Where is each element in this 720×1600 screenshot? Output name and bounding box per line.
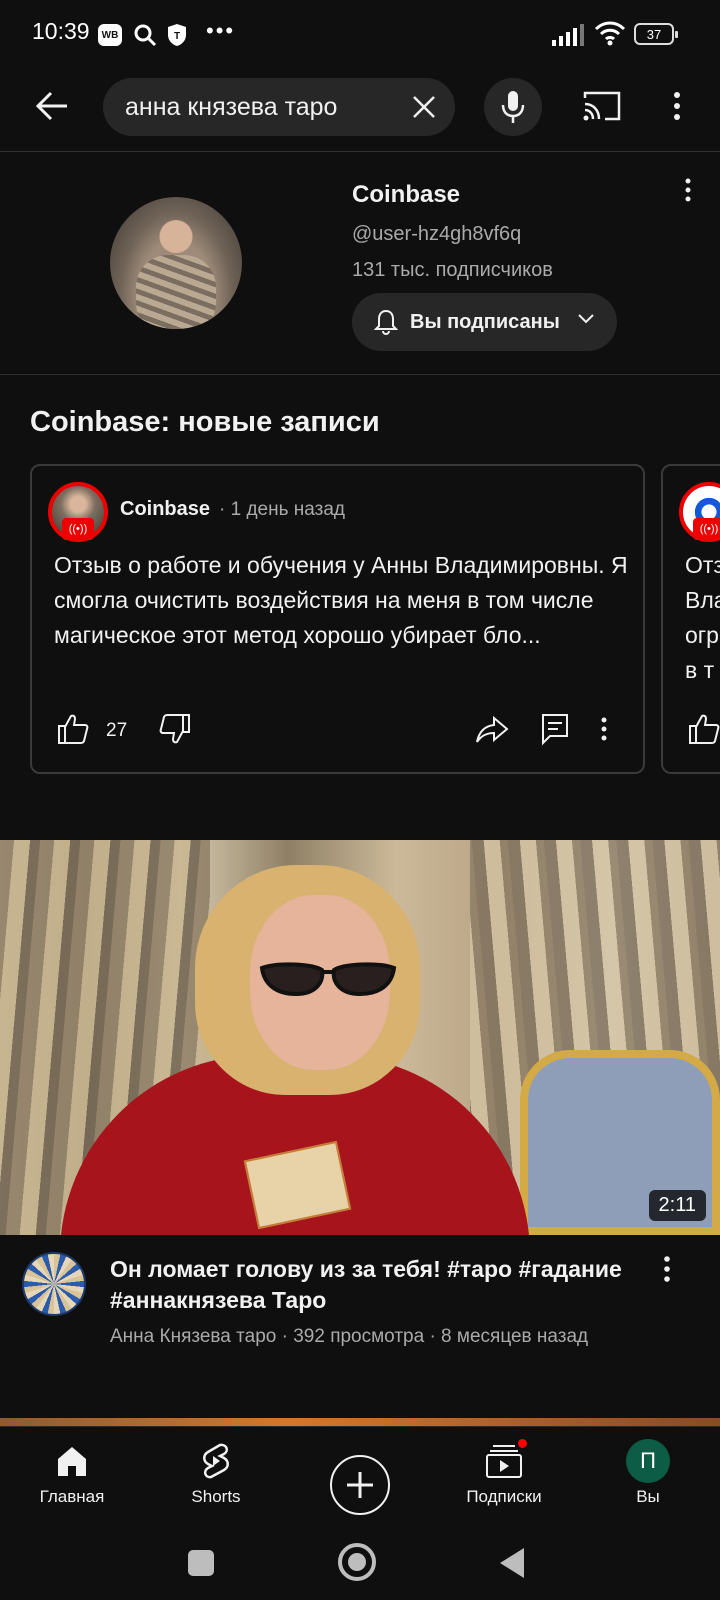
- notification-dot: [516, 1437, 529, 1450]
- video-channel-avatar[interactable]: [22, 1252, 86, 1316]
- thumbnail-glasses: [259, 962, 397, 997]
- nav-home-label: Главная: [39, 1487, 105, 1506]
- video-thumbnail[interactable]: 2:11: [0, 840, 720, 1235]
- microphone-icon: [501, 91, 525, 123]
- status-time: 10:39: [32, 18, 90, 44]
- nav-shorts[interactable]: Shorts: [156, 1427, 276, 1527]
- dislike-icon[interactable]: [158, 712, 192, 746]
- post-text-line: в т: [685, 657, 715, 683]
- post-text-line: Вла: [685, 587, 720, 613]
- wifi-icon: [594, 21, 626, 46]
- post-author[interactable]: Coinbase: [120, 498, 210, 521]
- shorts-icon: [203, 1443, 229, 1479]
- arrow-back-icon: [35, 91, 67, 121]
- clear-search-button[interactable]: [409, 92, 439, 122]
- like-icon[interactable]: [687, 712, 720, 746]
- more-vert-icon[interactable]: [598, 712, 610, 746]
- bell-icon: [374, 309, 398, 335]
- system-back-button[interactable]: [500, 1548, 524, 1578]
- video-subtitle: Анна Князева таро · 392 просмотра · 8 ме…: [110, 1326, 589, 1347]
- community-post-next[interactable]: ((•)) Отз Вла огр в т: [661, 464, 720, 774]
- recent-apps-button[interactable]: [188, 1550, 214, 1576]
- post-text-partial[interactable]: Отз Вла огр в т: [685, 548, 720, 688]
- bottom-navigation: Главная Shorts Подписки П Вы: [0, 1426, 720, 1526]
- search-query: анна князева таро: [125, 93, 338, 121]
- community-post[interactable]: ((•)) Coinbase · 1 день назад Отзыв о ра…: [30, 464, 645, 774]
- search-input[interactable]: анна князева таро: [103, 78, 455, 136]
- comment-icon[interactable]: [540, 712, 570, 746]
- channel-handle: @user-hz4gh8vf6q: [352, 223, 522, 245]
- svg-text:T: T: [174, 31, 180, 42]
- plus-icon: [347, 1472, 373, 1498]
- nav-you-label: Вы: [636, 1487, 660, 1506]
- chevron-down-icon: [578, 314, 594, 324]
- user-avatar: П: [626, 1439, 670, 1483]
- nav-subscriptions[interactable]: Подписки: [444, 1427, 564, 1527]
- posts-section-title: Coinbase: новые записи: [30, 406, 380, 438]
- post-actions: 27: [32, 706, 643, 756]
- home-icon: [58, 1447, 86, 1476]
- like-icon[interactable]: [56, 712, 90, 746]
- voice-search-button[interactable]: [484, 78, 542, 136]
- video-metadata[interactable]: Он ломает голову из за тебя! #таро #гада…: [0, 1240, 720, 1410]
- system-navigation-bar: [0, 1526, 720, 1600]
- post-time: · 1 день назад: [219, 499, 345, 520]
- post-text[interactable]: Отзыв о работе и обучения у Анны Владими…: [54, 548, 629, 653]
- battery-icon: 37: [634, 23, 678, 45]
- nav-create[interactable]: [300, 1427, 420, 1527]
- more-vert-icon: [685, 178, 691, 202]
- search-notification-icon: [134, 24, 157, 47]
- channel-avatar[interactable]: [110, 197, 242, 329]
- post-text-line: огр: [685, 622, 719, 648]
- next-video-thumbnail-edge: [0, 1418, 720, 1426]
- nav-shorts-label: Shorts: [191, 1487, 241, 1506]
- like-count: 27: [106, 720, 128, 741]
- cast-icon: [583, 91, 621, 121]
- channel-subscribers: 131 тыс. подписчиков: [352, 259, 553, 281]
- subscribed-label: Вы подписаны: [410, 310, 560, 333]
- more-vert-icon: [674, 92, 680, 120]
- post-text-line: Отз: [685, 552, 720, 578]
- search-header: анна князева таро: [0, 70, 720, 152]
- system-home-button[interactable]: [338, 1543, 376, 1581]
- status-bar: 10:39 WB T ••• 37: [0, 0, 720, 70]
- channel-more-button[interactable]: [676, 175, 700, 205]
- live-icon: ((•)): [62, 518, 94, 540]
- nav-subscriptions-label: Подписки: [466, 1487, 542, 1506]
- video-duration: 2:11: [648, 1190, 706, 1221]
- channel-result[interactable]: Coinbase @user-hz4gh8vf6q 131 тыс. подпи…: [0, 153, 720, 375]
- signal-icon: [552, 24, 584, 46]
- share-icon[interactable]: [474, 712, 510, 746]
- close-icon: [413, 96, 435, 118]
- back-button[interactable]: [30, 84, 74, 128]
- cast-button[interactable]: [582, 86, 622, 126]
- create-button[interactable]: [330, 1455, 390, 1515]
- community-posts-section: Coinbase: новые записи ((•)) Coinbase · …: [0, 376, 720, 816]
- video-title[interactable]: Он ломает голову из за тебя! #таро #гада…: [110, 1254, 630, 1316]
- more-vert-icon[interactable]: [662, 1254, 672, 1284]
- more-options-button[interactable]: [662, 86, 692, 126]
- live-icon: ((•)): [693, 518, 720, 540]
- subscribed-button[interactable]: Вы подписаны: [352, 293, 617, 351]
- nav-home[interactable]: Главная: [12, 1427, 132, 1527]
- channel-name[interactable]: Coinbase: [352, 181, 460, 209]
- wildberries-app-icon: WB: [98, 24, 122, 46]
- nav-you[interactable]: П Вы: [588, 1427, 708, 1527]
- shield-notification-icon: T: [168, 24, 186, 46]
- more-notifications-icon: •••: [206, 18, 236, 43]
